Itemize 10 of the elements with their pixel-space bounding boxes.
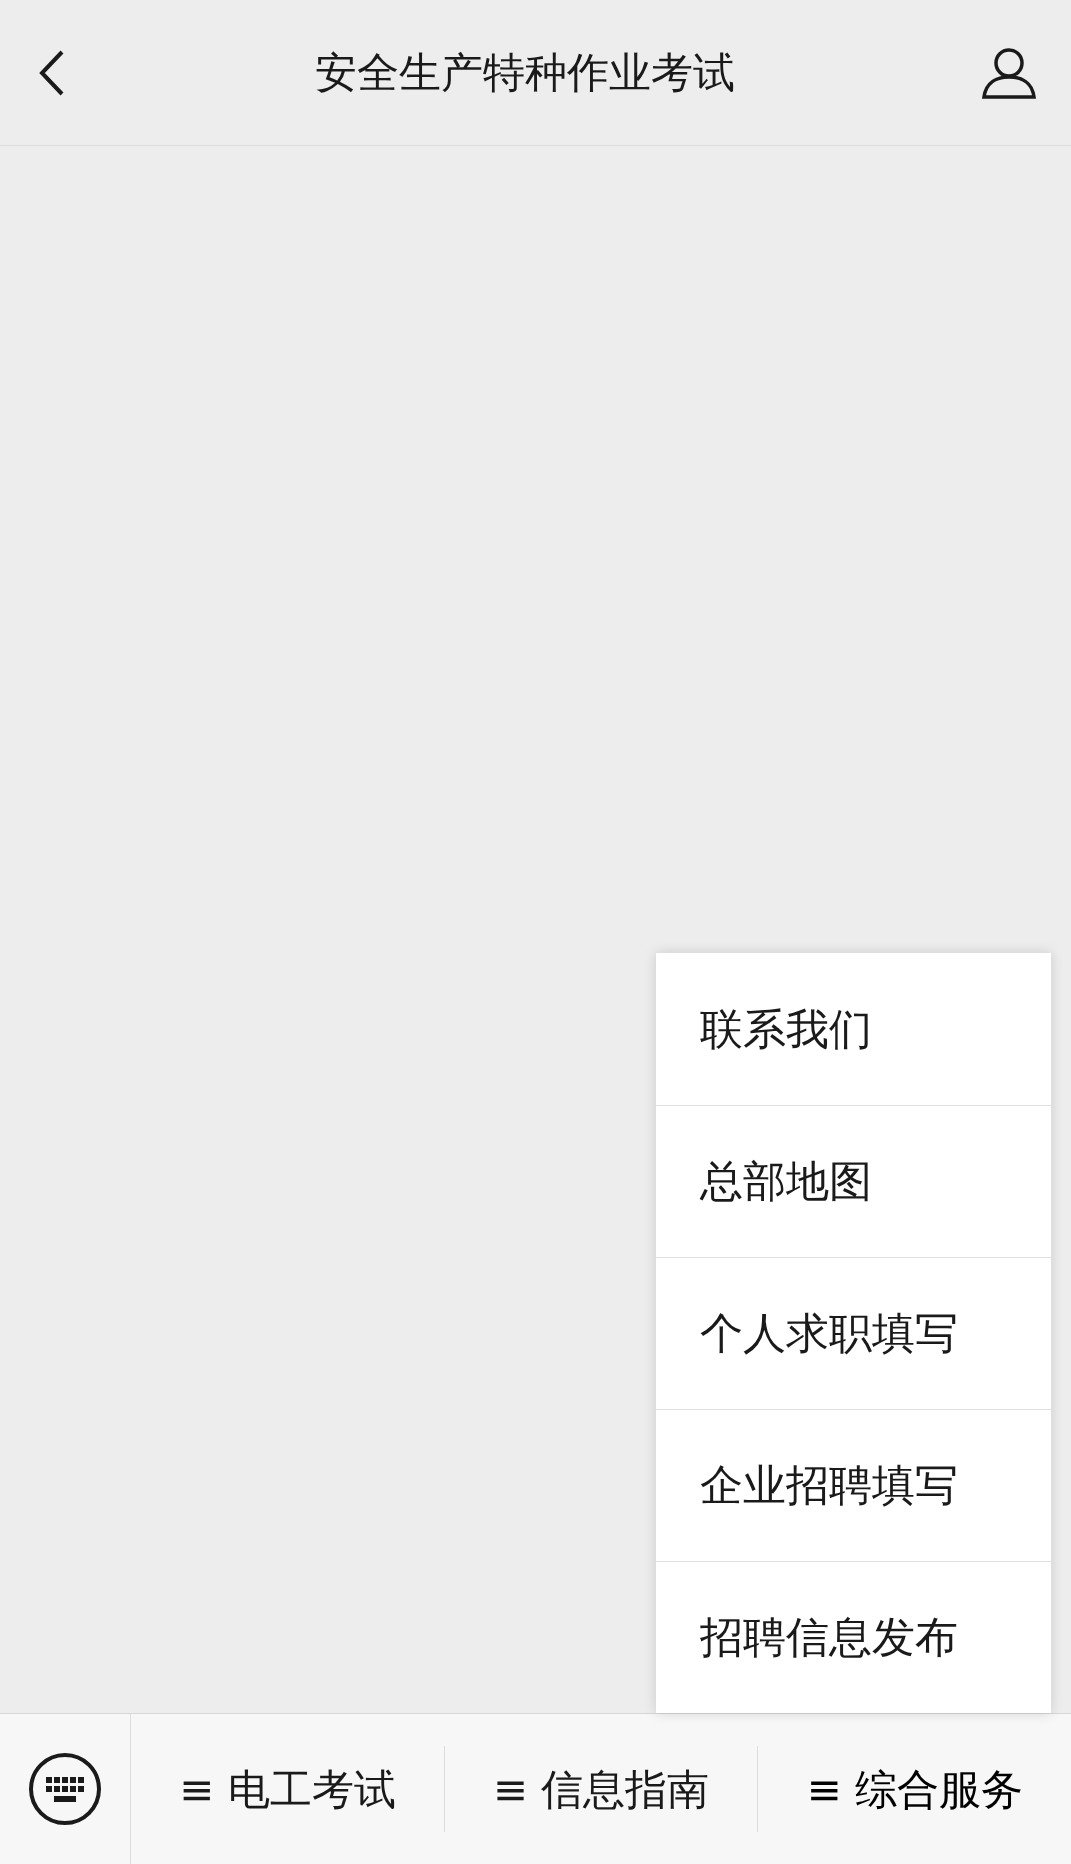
menu-item[interactable]: 总部地图 <box>656 1105 1051 1257</box>
user-icon[interactable] <box>981 45 1037 100</box>
keyboard-icon[interactable] <box>28 1752 102 1826</box>
menu-item[interactable]: 联系我们 <box>656 953 1051 1105</box>
menu-item[interactable]: 个人求职填写 <box>656 1257 1051 1409</box>
menu-item[interactable]: 企业招聘填写 <box>656 1409 1051 1561</box>
window-title: 安全生产特种作业考试 <box>314 47 735 99</box>
menu-button[interactable]: ≡ 综合服务 <box>798 1757 1031 1821</box>
menu-button[interactable]: ≡ 电工考试 <box>171 1757 404 1821</box>
menu-button[interactable]: ≡ 信息指南 <box>484 1757 718 1821</box>
